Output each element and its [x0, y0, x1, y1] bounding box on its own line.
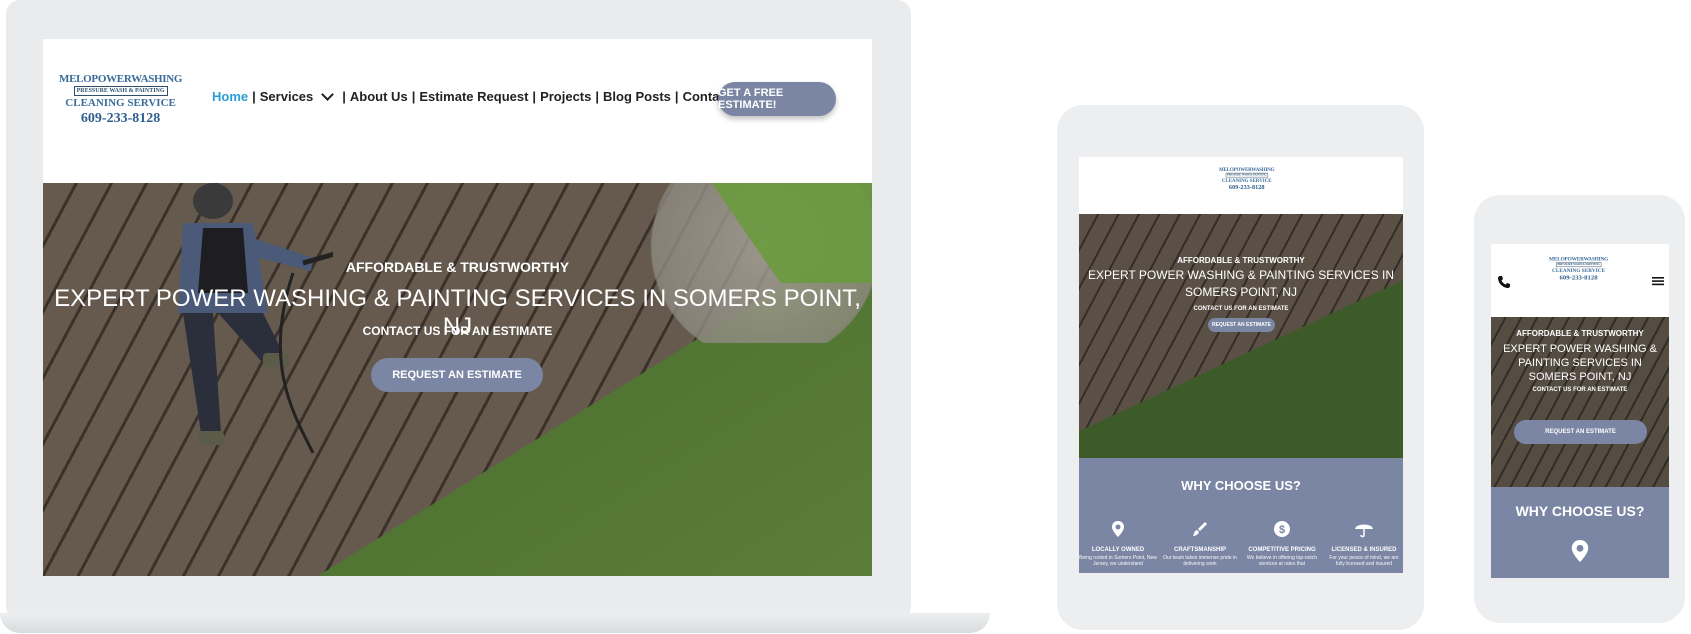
logo-line-2: PRESSURE WASH & PAINTING: [73, 86, 168, 96]
feature-desc: For your peace of mind, we are fully lic…: [1329, 555, 1399, 567]
hero-subhead: CONTACT US FOR AN ESTIMATE: [362, 324, 553, 338]
logo-phone: 609-233-8128: [80, 111, 161, 126]
feature-craftsmanship: CRAFTSMANSHIP Our team takes immense pri…: [1161, 520, 1239, 567]
phone-hero: AFFORDABLE & TRUSTWORTHY EXPERT POWER WA…: [1491, 317, 1669, 487]
logo-line-3: CLEANING SERVICE: [65, 97, 176, 109]
nav-separator: |: [674, 89, 679, 104]
hero-eyebrow: AFFORDABLE & TRUSTWORTHY: [345, 259, 570, 275]
why-choose-us-section: WHY CHOOSE US?: [1491, 487, 1669, 578]
free-estimate-button[interactable]: GET A FREE ESTIMATE!: [718, 82, 836, 116]
phone-icon[interactable]: [1497, 275, 1511, 289]
dollar-icon: $: [1274, 521, 1290, 537]
hero-eyebrow: AFFORDABLE & TRUSTWORTHY: [1177, 256, 1305, 265]
nav-estimate-request[interactable]: Estimate Request: [419, 89, 528, 104]
main-nav: Home | Services | About Us | Estimate Re…: [212, 88, 751, 104]
hero-headline: EXPERT POWER WASHING & PAINTING SERVICES…: [1503, 343, 1657, 383]
nav-separator: |: [411, 89, 416, 104]
feature-title: LICENSED & INSURED: [1331, 547, 1397, 553]
site-logo[interactable]: MELOPOWERWASHING PRESSURE WASH & PAINTIN…: [59, 73, 182, 127]
umbrella-icon: [1355, 524, 1373, 538]
feature-title: CRAFTSMANSHIP: [1174, 547, 1226, 553]
location-pin-icon: [1571, 540, 1589, 562]
chevron-down-icon[interactable]: [321, 88, 335, 101]
logo-line-1: MELOPOWERWASHING: [59, 73, 183, 85]
site-header: MELOPOWERWASHING PRESSURE WASH & PAINTIN…: [43, 39, 872, 183]
logo-line-3: CLEANING SERVICE: [1552, 267, 1606, 274]
nav-projects[interactable]: Projects: [540, 89, 591, 104]
feature-locally-owned: LOCALLY OWNED Being rooted in Somers Poi…: [1079, 520, 1157, 567]
hero-headline: EXPERT POWER WASHING & PAINTING SERVICES…: [1087, 268, 1395, 299]
why-choose-us-section: WHY CHOOSE US? LOCALLY OWNED Being roote…: [1079, 458, 1403, 573]
tablet-hero: AFFORDABLE & TRUSTWORTHY EXPERT POWER WA…: [1079, 214, 1403, 458]
feature-desc: We believe in offering top-notch service…: [1246, 555, 1318, 567]
logo-phone: 609-233-8128: [1559, 274, 1598, 282]
hero-section: AFFORDABLE & TRUSTWORTHY EXPERT POWER WA…: [43, 183, 872, 576]
nav-blog-posts[interactable]: Blog Posts: [603, 89, 671, 104]
hero-background-image: [1079, 214, 1403, 458]
hero-eyebrow: AFFORDABLE & TRUSTWORTHY: [1516, 329, 1644, 338]
logo-phone: 609-233-8128: [1228, 184, 1265, 191]
logo-line-1: MELOPOWERWASHING: [1549, 256, 1609, 262]
request-estimate-button[interactable]: REQUEST AN ESTIMATE: [1514, 420, 1647, 444]
feature-desc: Being rooted in Somers Point, New Jersey…: [1079, 555, 1157, 567]
nav-separator: |: [595, 89, 600, 104]
hero-subhead: CONTACT US FOR AN ESTIMATE: [1532, 387, 1628, 393]
logo-line-3: CLEANING SERVICE: [1221, 177, 1272, 184]
nav-about-us[interactable]: About Us: [350, 89, 408, 104]
location-pin-icon: [1112, 521, 1124, 537]
laptop-base: [0, 613, 990, 633]
paintbrush-icon: [1193, 522, 1207, 536]
feature-title: LOCALLY OWNED: [1091, 547, 1145, 553]
logo-line-2: PRESSURE WASH & PAINTING: [1556, 262, 1602, 268]
nav-separator: |: [342, 89, 346, 104]
why-title: WHY CHOOSE US?: [1515, 503, 1645, 519]
nav-home[interactable]: Home: [212, 89, 248, 104]
request-estimate-button[interactable]: REQUEST AN ESTIMATE: [371, 358, 543, 392]
logo-line-1: MELOPOWERWASHING: [1219, 167, 1275, 173]
feature-licensed-insured: LICENSED & INSURED For your peace of min…: [1325, 520, 1403, 567]
why-title: WHY CHOOSE US?: [1181, 478, 1301, 493]
request-estimate-button[interactable]: REQUEST AN ESTIMATE: [1208, 318, 1275, 332]
feature-title: COMPETITIVE PRICING: [1248, 547, 1316, 553]
nav-separator: |: [252, 89, 256, 104]
hamburger-menu-icon[interactable]: [1652, 276, 1664, 286]
phone-screen: MELOPOWERWASHING PRESSURE WASH & PAINTIN…: [1491, 244, 1669, 578]
phone-logo[interactable]: MELOPOWERWASHING PRESSURE WASH & PAINTIN…: [1549, 256, 1608, 282]
svg-text:$: $: [1279, 524, 1285, 536]
hero-subhead: CONTACT US FOR AN ESTIMATE: [1193, 306, 1289, 312]
feature-competitive-pricing: $ COMPETITIVE PRICING We believe in offe…: [1243, 520, 1321, 567]
nav-separator: |: [532, 89, 537, 104]
logo-line-2: PRESSURE WASH & PAINTING: [1225, 172, 1268, 178]
desktop-screen: MELOPOWERWASHING PRESSURE WASH & PAINTIN…: [43, 39, 872, 576]
feature-desc: Our team takes immense pride in deliveri…: [1163, 555, 1237, 567]
tablet-screen: MELOPOWERWASHING PRESSURE WASH & PAINTIN…: [1079, 157, 1403, 573]
tablet-logo[interactable]: MELOPOWERWASHING PRESSURE WASH & PAINTIN…: [1219, 167, 1275, 191]
nav-services[interactable]: Services: [260, 89, 314, 104]
